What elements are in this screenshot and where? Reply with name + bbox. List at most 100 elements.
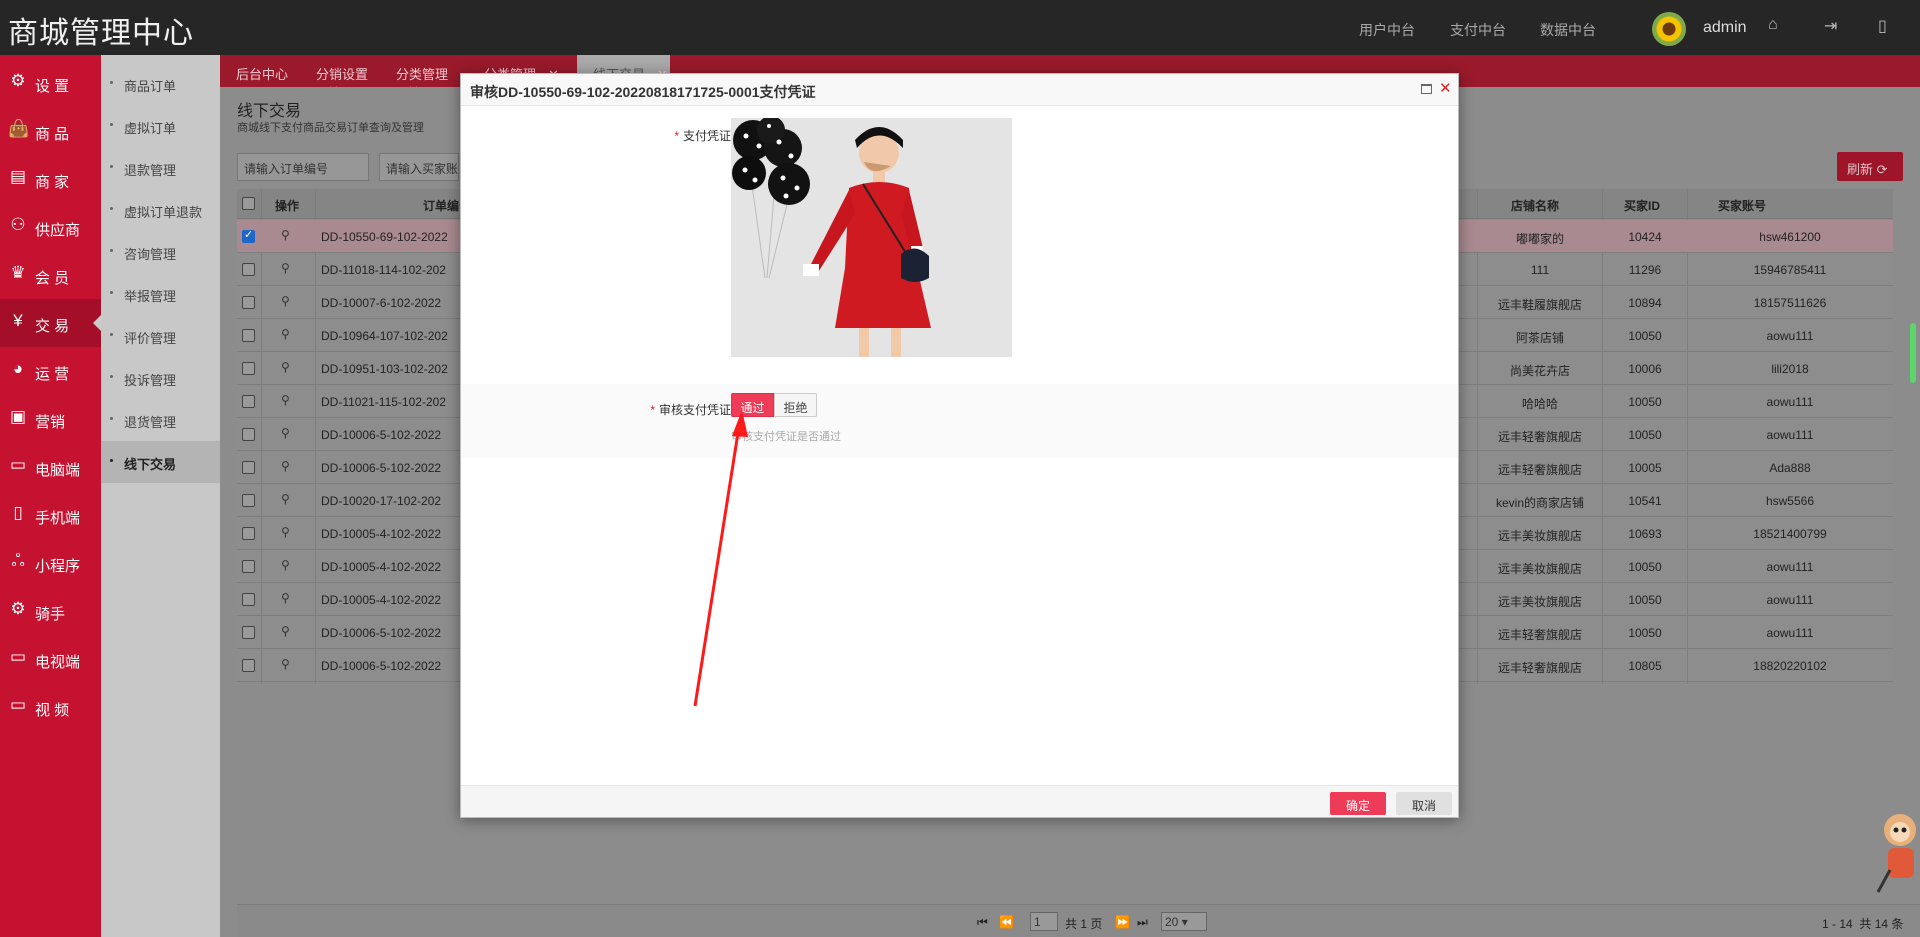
home-icon[interactable]: ⌂ bbox=[1768, 16, 1778, 34]
row-checkbox[interactable] bbox=[242, 461, 255, 474]
order-search-input[interactable]: 请输入订单编号 bbox=[237, 153, 369, 181]
row-checkbox[interactable] bbox=[242, 296, 255, 309]
submenu-item-2[interactable]: 退款管理 bbox=[101, 147, 220, 189]
tab-2[interactable]: 分类管理✕ bbox=[380, 55, 468, 98]
sidebar-item-13[interactable]: ▭ 视 频 bbox=[0, 683, 101, 731]
cell-store: kevin的商家店铺 bbox=[1495, 496, 1584, 510]
confirm-button[interactable]: 确定 bbox=[1330, 792, 1386, 815]
row-checkbox[interactable] bbox=[242, 527, 255, 540]
review-icon[interactable]: ⚲ bbox=[281, 426, 290, 440]
sidebar-item-7[interactable]: ▣ 营销 bbox=[0, 395, 101, 443]
pass-button[interactable]: 通过 bbox=[731, 393, 774, 417]
cell-buyer-id: 10050 bbox=[1628, 428, 1662, 442]
sidebar-item-label: 手机端 bbox=[35, 510, 81, 527]
review-icon[interactable]: ⚲ bbox=[281, 228, 290, 242]
sidebar-item-6[interactable]: ◕ 运 营 bbox=[0, 347, 101, 395]
last-page-icon[interactable]: ⏭ bbox=[1137, 915, 1148, 930]
submenu-item-7[interactable]: 投诉管理 bbox=[101, 357, 220, 399]
reject-button[interactable]: 拒绝 bbox=[774, 393, 817, 417]
sidebar-item-2[interactable]: ▤ 商 家 bbox=[0, 155, 101, 203]
cell-store: 远丰轻奢旗舰店 bbox=[1497, 463, 1582, 477]
review-icon[interactable]: ⚲ bbox=[281, 261, 290, 275]
refresh-icon: ⟳ bbox=[1876, 162, 1888, 177]
submenu-item-0[interactable]: 商品订单 bbox=[101, 63, 220, 105]
logout-icon[interactable]: ⇥ bbox=[1824, 16, 1837, 36]
row-checkbox[interactable] bbox=[242, 560, 255, 573]
sidebar-item-5[interactable]: ¥ 交 易 bbox=[0, 299, 101, 347]
first-page-icon[interactable]: ⏮ bbox=[977, 915, 988, 930]
review-icon[interactable]: ⚲ bbox=[281, 525, 290, 539]
bullet-icon bbox=[110, 249, 113, 252]
cell-order: DD-10020-17-102-202 bbox=[321, 494, 442, 508]
row-checkbox[interactable] bbox=[242, 593, 255, 606]
row-checkbox[interactable] bbox=[242, 395, 255, 408]
scrollbar-thumb[interactable] bbox=[1910, 323, 1916, 383]
review-icon[interactable]: ⚲ bbox=[281, 459, 290, 473]
avatar[interactable] bbox=[1652, 12, 1686, 46]
nav-user-center[interactable]: 用户中台 bbox=[1359, 20, 1415, 40]
review-icon[interactable]: ⚲ bbox=[281, 327, 290, 341]
payment-voucher-image[interactable] bbox=[731, 118, 1012, 357]
row-checkbox[interactable] bbox=[242, 362, 255, 375]
close-icon[interactable]: ✕ bbox=[1439, 79, 1452, 97]
next-page-icon[interactable]: ⏩ bbox=[1115, 915, 1130, 929]
submenu-item-1[interactable]: 虚拟订单 bbox=[101, 105, 220, 147]
prev-page-icon[interactable]: ⏪ bbox=[999, 915, 1014, 929]
review-icon[interactable]: ⚲ bbox=[281, 492, 290, 506]
sidebar-item-8[interactable]: ▭ 电脑端 bbox=[0, 443, 101, 491]
row-checkbox[interactable] bbox=[242, 494, 255, 507]
mascot-icon[interactable] bbox=[1870, 800, 1920, 900]
buyer-search-input[interactable]: 请输入买家账号 bbox=[379, 153, 459, 181]
cell-buyer-id: 10050 bbox=[1628, 593, 1662, 607]
refresh-button[interactable]: 刷新 ⟳ bbox=[1837, 152, 1903, 181]
nav-payment-center[interactable]: 支付中台 bbox=[1450, 20, 1506, 40]
review-label-text: 审核支付凭证 bbox=[658, 403, 731, 417]
row-checkbox[interactable] bbox=[242, 659, 255, 672]
review-icon[interactable]: ⚲ bbox=[281, 393, 290, 407]
submenu-item-9[interactable]: 线下交易 bbox=[101, 441, 220, 483]
sidebar-item-0[interactable]: ⚙ 设 置 bbox=[0, 59, 101, 107]
submenu-item-6[interactable]: 评价管理 bbox=[101, 315, 220, 357]
cell-order: DD-10005-4-102-2022 bbox=[321, 560, 442, 574]
sidebar-item-12[interactable]: ▭ 电视端 bbox=[0, 635, 101, 683]
submenu-item-3[interactable]: 虚拟订单退款 bbox=[101, 189, 220, 231]
page-number-input[interactable]: 1 bbox=[1030, 912, 1058, 931]
maximize-icon[interactable] bbox=[1421, 84, 1432, 94]
sidebar-item-9[interactable]: ▯ 手机端 bbox=[0, 491, 101, 539]
select-all-checkbox[interactable] bbox=[242, 197, 255, 210]
row-checkbox[interactable] bbox=[242, 228, 255, 243]
cell-buyer-id: 10050 bbox=[1628, 626, 1662, 640]
cancel-button[interactable]: 取消 bbox=[1396, 792, 1452, 815]
review-icon[interactable]: ⚲ bbox=[281, 624, 290, 638]
cell-store: 远丰轻奢旗舰店 bbox=[1497, 661, 1582, 675]
review-icon[interactable]: ⚲ bbox=[281, 294, 290, 308]
cell-store: 嘟嘟家的 bbox=[1515, 232, 1564, 246]
sidebar-item-label: 营销 bbox=[35, 414, 66, 431]
row-checkbox[interactable] bbox=[242, 263, 255, 276]
sidebar-item-11[interactable]: ⚙ 骑手 bbox=[0, 587, 101, 635]
fullscreen-icon[interactable]: ▯ bbox=[1878, 16, 1887, 36]
review-icon[interactable]: ⚲ bbox=[281, 360, 290, 374]
tab-0[interactable]: 后台中心 bbox=[220, 55, 300, 87]
sidebar-item-1[interactable]: 👜 商 品 bbox=[0, 107, 101, 155]
nav-data-center[interactable]: 数据中台 bbox=[1540, 20, 1596, 40]
bullet-icon bbox=[110, 375, 113, 378]
review-icon[interactable]: ⚲ bbox=[281, 558, 290, 572]
submenu-item-5[interactable]: 举报管理 bbox=[101, 273, 220, 315]
tab-label: 分类管理 bbox=[396, 67, 449, 82]
sidebar-item-10[interactable]: ஃ 小程序 bbox=[0, 539, 101, 587]
sidebar-item-3[interactable]: ⚇ 供应商 bbox=[0, 203, 101, 251]
row-checkbox[interactable] bbox=[242, 626, 255, 639]
sidebar-item-4[interactable]: ♛ 会 员 bbox=[0, 251, 101, 299]
store-icon: ▤ bbox=[9, 167, 27, 186]
username[interactable]: admin bbox=[1703, 19, 1747, 37]
review-icon[interactable]: ⚲ bbox=[281, 657, 290, 671]
tab-1[interactable]: 分销设置✕ bbox=[300, 55, 380, 98]
submenu-item-4[interactable]: 咨询管理 bbox=[101, 231, 220, 273]
row-checkbox[interactable] bbox=[242, 329, 255, 342]
submenu-item-8[interactable]: 退货管理 bbox=[101, 399, 220, 441]
cell-buyer-account: lili2018 bbox=[1771, 362, 1809, 376]
review-icon[interactable]: ⚲ bbox=[281, 591, 290, 605]
page-size-select[interactable]: 20 ▾ bbox=[1161, 912, 1207, 931]
row-checkbox[interactable] bbox=[242, 428, 255, 441]
